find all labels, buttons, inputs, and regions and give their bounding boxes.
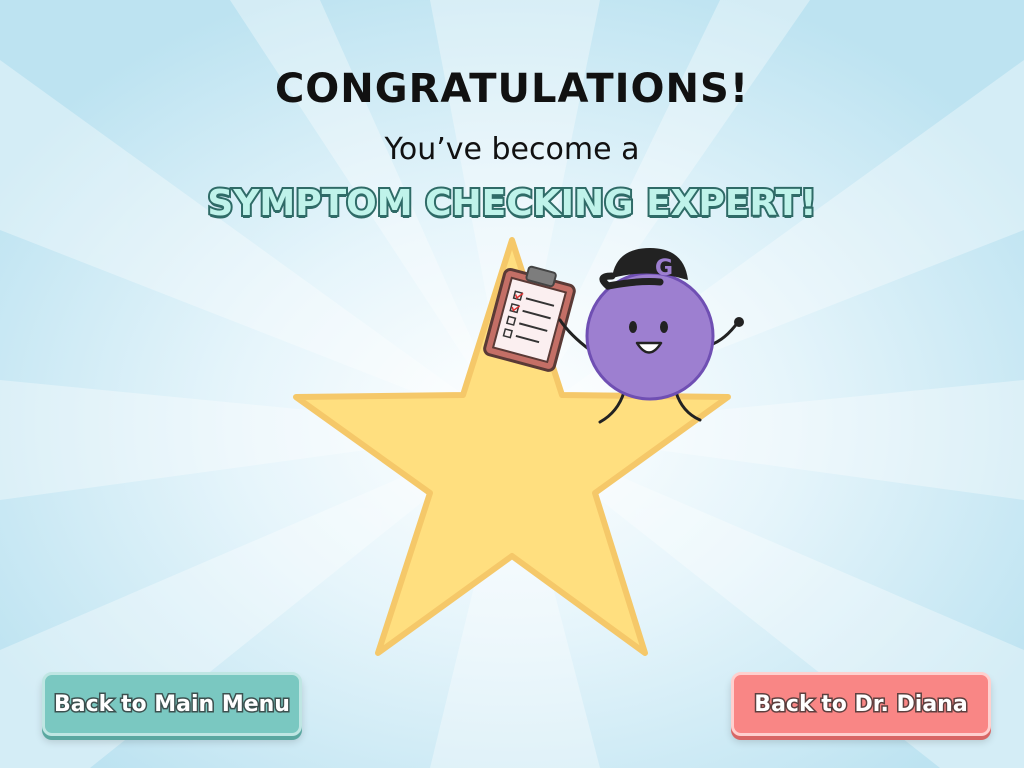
back-to-dr-diana-label: Back to Dr. Diana <box>753 690 969 718</box>
back-to-dr-diana-button[interactable]: Back to Dr. Diana <box>731 672 991 736</box>
back-to-main-menu-label: Back to Main Menu <box>53 690 292 718</box>
subtitle-text: You’ve become a <box>384 132 640 167</box>
celebration-screen: G CONGRATULATIONS! You’ve become a SYMPT… <box>0 0 1024 768</box>
achievement-badge-text: SYMPTOM CHECKING EXPERT! <box>205 181 818 226</box>
cap-letter: G <box>655 256 673 281</box>
celebration-scene: G <box>0 0 1024 768</box>
back-to-main-menu-button[interactable]: Back to Main Menu <box>42 672 302 736</box>
congratulations-title: CONGRATULATIONS! <box>274 66 750 112</box>
